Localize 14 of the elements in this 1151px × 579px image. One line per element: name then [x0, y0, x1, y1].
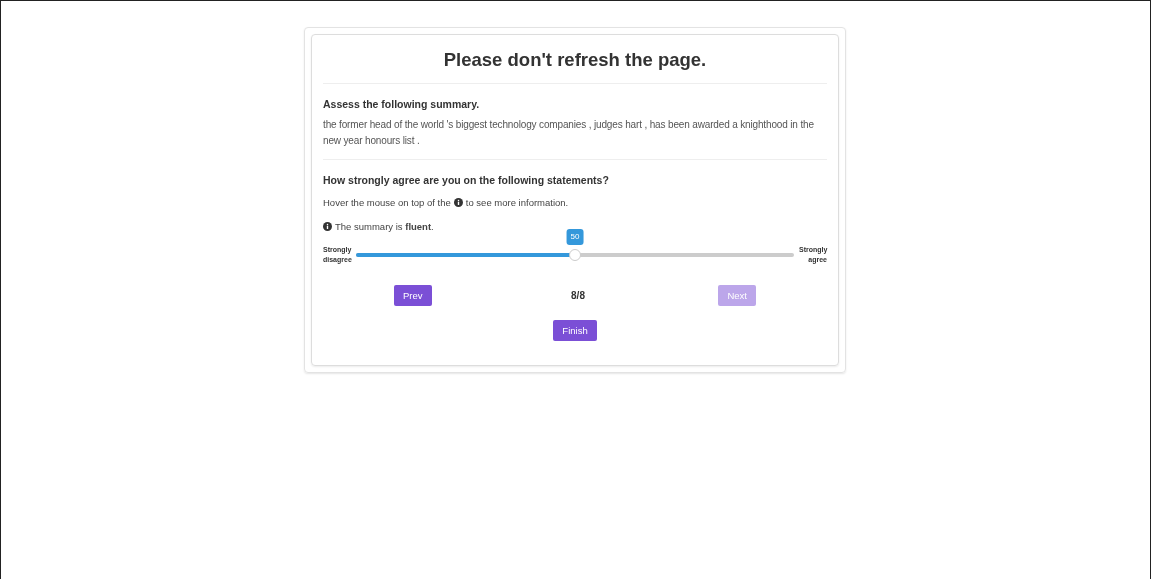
- section-heading: Assess the following summary.: [323, 97, 481, 111]
- finish-button[interactable]: Finish: [553, 320, 597, 341]
- hint-text: Hover the mouse on top of the: [323, 196, 451, 209]
- value-tooltip: 50: [566, 229, 584, 245]
- question-heading: How strongly agree are you on the following statements?: [323, 173, 610, 187]
- prev-button[interactable]: Prev: [394, 285, 432, 306]
- summary-text: the former head of the world 's biggest technology companies , judges hart , has been awarded a knighthood in the new year honours list .: [323, 118, 815, 148]
- info-icon[interactable]: [323, 222, 332, 231]
- slider-handle[interactable]: [569, 249, 581, 261]
- page-counter: 8/8: [571, 290, 585, 301]
- statement-text: The summary is fluent.: [335, 220, 434, 233]
- info-icon: [453, 198, 463, 207]
- page-title: Please don't refresh the page.: [442, 48, 708, 72]
- hint-text: to see more information.: [465, 196, 569, 209]
